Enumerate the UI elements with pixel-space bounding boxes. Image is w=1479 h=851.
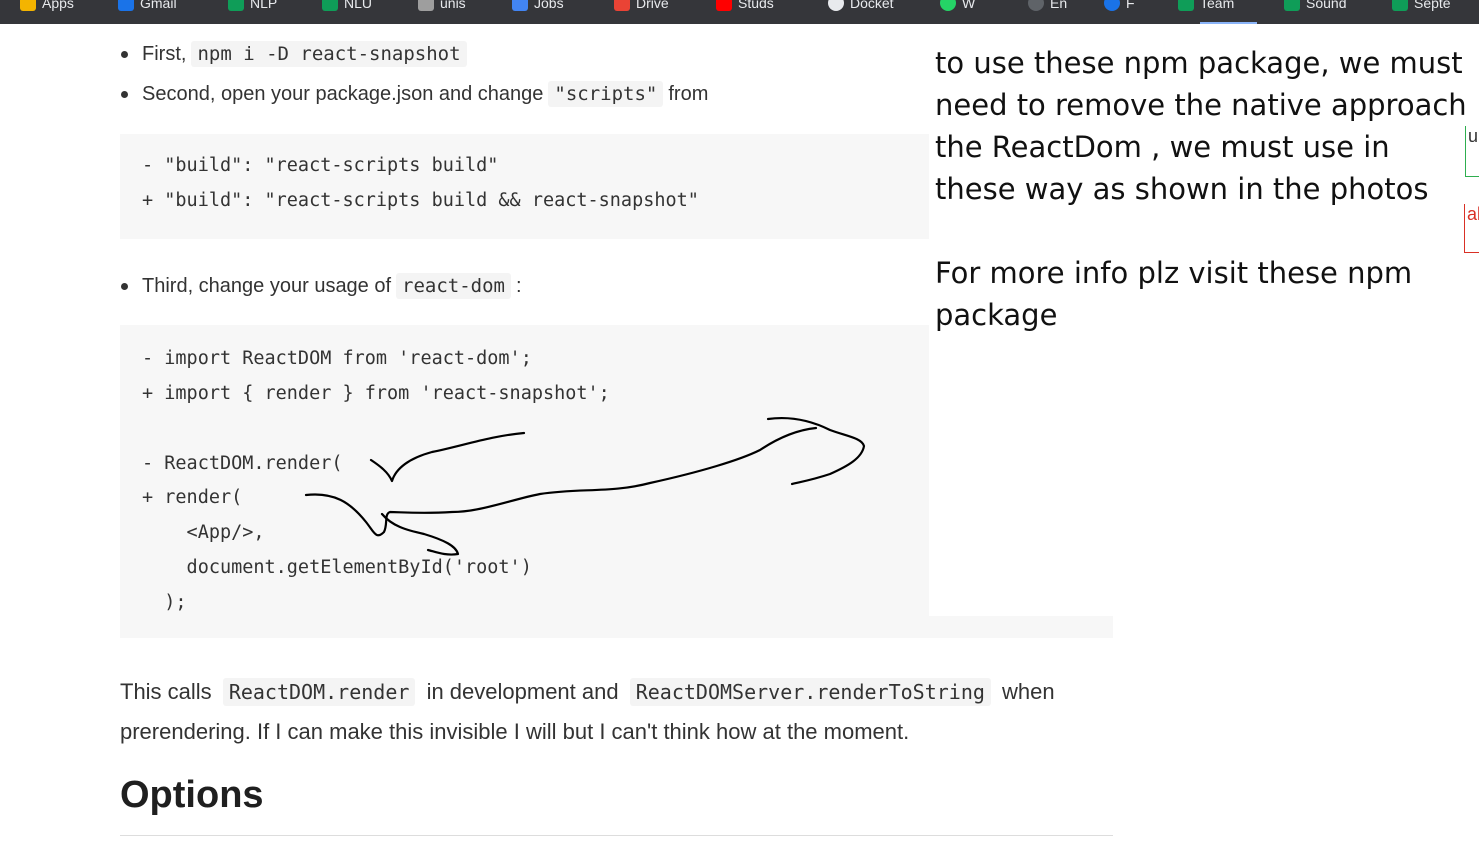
inline-code: react-dom	[396, 273, 511, 299]
bookmark-label: Sound	[1306, 0, 1347, 11]
sheets-icon	[228, 0, 244, 11]
sheets-icon	[1392, 0, 1408, 11]
bookmark-docket[interactable]: Docket	[828, 0, 894, 15]
bookmark-nlp[interactable]: NLP	[228, 0, 277, 15]
bookmark-label: unis	[440, 0, 466, 11]
folder-icon	[418, 0, 434, 11]
code-line: document.getElementById('root')	[142, 557, 532, 578]
globe-icon	[1104, 0, 1120, 11]
bookmark-label: Jobs	[534, 0, 564, 11]
bookmark-label: Drive	[636, 0, 669, 11]
inline-code: "scripts"	[548, 81, 664, 107]
inline-code: ReactDOMServer.renderToString	[629, 678, 991, 706]
bookmark-whatsapp[interactable]: W	[940, 0, 975, 15]
sheets-icon	[1284, 0, 1300, 11]
apps-icon	[20, 0, 36, 11]
options-heading: Options	[120, 774, 264, 816]
bookmark-label: Studs	[738, 0, 774, 11]
code-line: );	[142, 592, 187, 613]
heading-divider	[120, 835, 1113, 836]
step-second: Second, open your package.json and chang…	[120, 81, 709, 107]
code-line: + render(	[142, 487, 243, 508]
bookmark-gmail[interactable]: Gmail	[118, 0, 177, 15]
screenshot-root: Apps Gmail NLP NLU unis Jobs Drive Studs…	[0, 0, 1479, 851]
annotation-note-more-info: For more info plz visit these npm packag…	[935, 256, 1413, 332]
edge-fragment-red: al	[1464, 204, 1479, 253]
bookmark-sound[interactable]: Sound	[1284, 0, 1346, 15]
step-text: Third, change your usage of	[142, 274, 392, 297]
bookmark-label: En	[1050, 0, 1068, 11]
inline-code: ReactDOM.render	[222, 678, 416, 706]
shield-icon	[512, 0, 528, 11]
inline-code: npm i -D react-snapshot	[191, 41, 467, 67]
bookmark-label: F	[1126, 0, 1135, 11]
bookmark-label: NLP	[250, 0, 278, 11]
paragraph-text: in development and	[426, 679, 619, 704]
bookmark-apps[interactable]: Apps	[20, 0, 74, 15]
explanation-paragraph: This calls ReactDOM.render in developmen…	[120, 672, 1120, 752]
paragraph-text: prerendering. If I can make this invisib…	[120, 719, 910, 744]
bookmark-label: Apps	[42, 0, 74, 11]
bookmarks-bar: Apps Gmail NLP NLU unis Jobs Drive Studs…	[0, 0, 1479, 24]
code-line: - import ReactDOM from 'react-dom';	[142, 348, 532, 369]
gmail-icon	[118, 0, 134, 11]
bookmark-unis[interactable]: unis	[418, 0, 466, 15]
bookmark-jobs[interactable]: Jobs	[512, 0, 564, 15]
bookmark-label: NLU	[344, 0, 373, 11]
bookmark-studs[interactable]: Studs	[716, 0, 774, 15]
annotation-note: to use these npm package, we must need t…	[935, 46, 1467, 206]
step-text: First,	[142, 42, 187, 65]
drive-icon	[614, 0, 630, 11]
github-icon	[1028, 0, 1044, 11]
code-line: + import { render } from 'react-snapshot…	[142, 383, 610, 404]
edge-fragment-text: ur	[1468, 126, 1479, 146]
circle-icon	[828, 0, 844, 11]
bookmark-nlu[interactable]: NLU	[322, 0, 372, 15]
bookmark-label: Septe	[1414, 0, 1451, 11]
step-text: Second, open your package.json and chang…	[142, 82, 544, 105]
code-line: + "build": "react-scripts build && react…	[142, 190, 699, 211]
code-line: - ReactDOM.render(	[142, 453, 343, 474]
youtube-icon	[716, 0, 732, 11]
bookmark-label: Team	[1200, 0, 1235, 11]
step-text: :	[516, 274, 522, 297]
code-block-scripts: - "build": "react-scripts build" + "buil…	[120, 134, 929, 239]
bookmark-label: W	[962, 0, 976, 11]
bookmark-label: Docket	[850, 0, 894, 11]
edge-fragment-green: ur	[1465, 126, 1479, 177]
paragraph-text: when	[1002, 679, 1055, 704]
sheets-icon	[1178, 0, 1194, 11]
step-third: Third, change your usage of react-dom :	[121, 273, 522, 299]
annotation-panel: to use these npm package, we must need t…	[929, 24, 1479, 616]
step-text: from	[668, 82, 709, 105]
bookmark-label: Gmail	[140, 0, 177, 11]
bookmark-drive[interactable]: Drive	[614, 0, 669, 15]
bookmark-en[interactable]: En	[1028, 0, 1067, 15]
bookmark-septe[interactable]: Septe	[1392, 0, 1451, 15]
code-line: <App/>,	[142, 522, 265, 543]
bookmark-f[interactable]: F	[1104, 0, 1135, 15]
bookmark-team[interactable]: Team	[1178, 0, 1234, 15]
paragraph-text: This calls	[120, 679, 212, 704]
edge-fragment-text: al	[1467, 204, 1479, 224]
step-first: First, npm i -D react-snapshot	[121, 41, 472, 67]
sheets-icon	[322, 0, 338, 11]
code-line: - "build": "react-scripts build"	[142, 155, 499, 176]
whatsapp-icon	[940, 0, 956, 11]
